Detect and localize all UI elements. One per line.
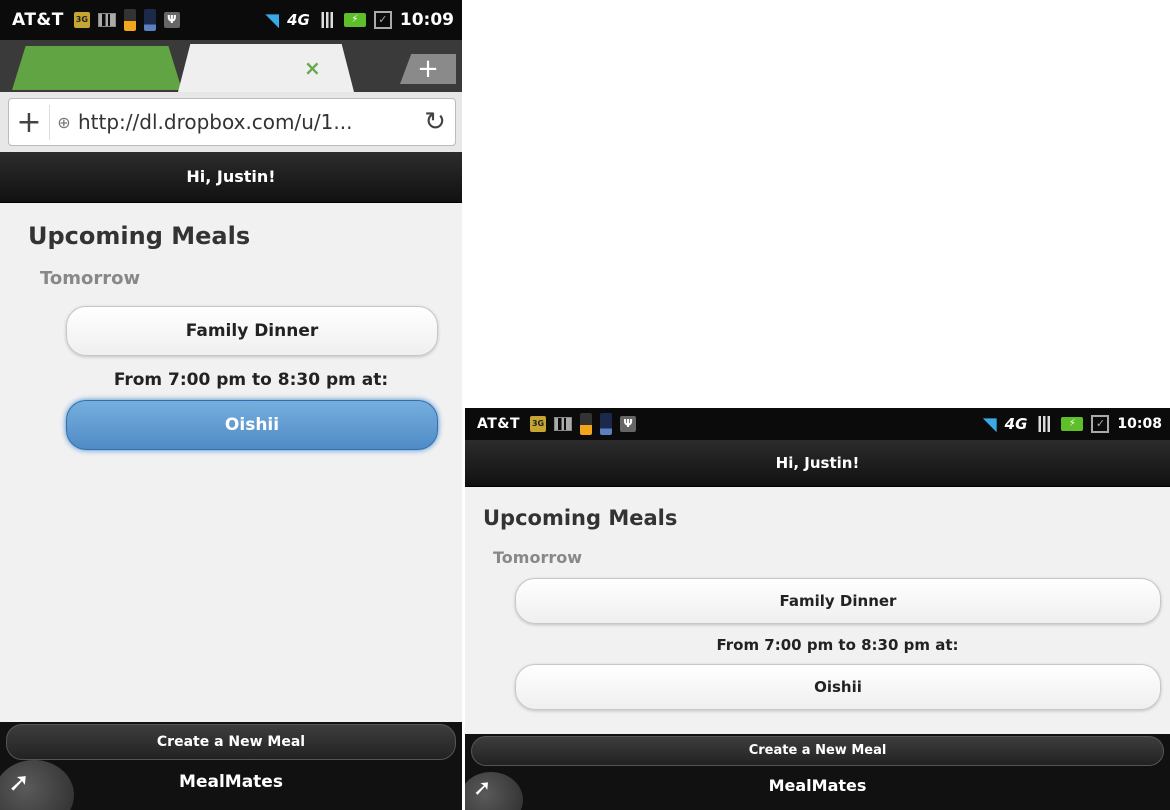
- wifi-icon: ◥: [982, 413, 997, 435]
- browser-tab-inactive[interactable]: [12, 46, 182, 90]
- page-header: Hi, Justin!: [0, 152, 462, 203]
- battery-charging-icon: ⚡: [1061, 417, 1084, 431]
- footer-bar: Create a New Meal MealMates ➚: [465, 734, 1170, 810]
- day-heading: Tomorrow: [40, 268, 141, 289]
- checkbox-notification-icon: ✓: [373, 11, 392, 29]
- signal-icon: [1035, 416, 1054, 432]
- signal-icon: [317, 12, 336, 28]
- page-title: Upcoming Meals: [483, 506, 678, 530]
- carrier-label: AT&T: [477, 416, 521, 432]
- add-bookmark-icon[interactable]: +: [9, 104, 50, 140]
- page-header: Hi, Justin!: [465, 440, 1170, 487]
- 4g-icon: 4G: [287, 11, 310, 29]
- 4g-icon: 4G: [1004, 415, 1028, 433]
- url-box[interactable]: + ⊕ http://dl.dropbox.com/u/1... ↻: [8, 98, 456, 146]
- globe-icon: ⊕: [57, 112, 71, 132]
- wifi-icon: ◥: [265, 9, 280, 31]
- clock: 10:08: [1117, 416, 1162, 432]
- place-button[interactable]: Oishii: [515, 664, 1161, 710]
- 3g-icon: 3G: [530, 416, 547, 432]
- meal-button[interactable]: Family Dinner: [66, 306, 438, 356]
- battery-widget-icon: [580, 413, 593, 435]
- browser-tab-bar: × +: [0, 40, 462, 92]
- app-name: MealMates: [768, 776, 867, 795]
- place-button[interactable]: Oishii: [66, 400, 438, 450]
- meal-time-text: From 7:00 pm to 8:30 pm at:: [113, 370, 389, 390]
- battery-widget-icon: [123, 9, 136, 31]
- meal-button[interactable]: Family Dinner: [515, 578, 1161, 624]
- status-bar: AT&T 3G Ψ ◥ 4G ⚡ ✓ 10:08: [465, 408, 1170, 440]
- checkbox-notification-icon: ✓: [1091, 415, 1110, 433]
- new-tab-button[interactable]: +: [400, 54, 456, 84]
- page-title: Upcoming Meals: [28, 222, 251, 250]
- carrier-label: AT&T: [12, 10, 64, 30]
- data-activity-icon: [97, 13, 116, 27]
- footer-bar: Create a New Meal MealMates ➚: [0, 722, 462, 810]
- reload-icon[interactable]: ↻: [415, 107, 455, 137]
- 3g-icon: 3G: [73, 12, 90, 28]
- phone-screen-browser: AT&T 3G Ψ ◥ 4G ⚡ ✓ 10:09 × + + ⊕ http://…: [0, 0, 462, 810]
- meal-time-text: From 7:00 pm to 8:30 pm at:: [716, 636, 959, 654]
- phone-screen-app: AT&T 3G Ψ ◥ 4G ⚡ ✓ 10:08 Hi, Justin! Upc…: [465, 408, 1170, 810]
- clock: 10:09: [399, 10, 454, 30]
- url-input[interactable]: http://dl.dropbox.com/u/1...: [78, 110, 415, 134]
- battery-charging-icon: ⚡: [343, 13, 366, 27]
- usb-icon: Ψ: [620, 416, 637, 432]
- storage-widget-icon: [600, 413, 613, 435]
- storage-widget-icon: [143, 9, 156, 31]
- create-meal-button[interactable]: Create a New Meal: [6, 724, 456, 760]
- browser-tab-active[interactable]: [178, 44, 354, 92]
- day-heading: Tomorrow: [493, 548, 582, 567]
- usb-icon: Ψ: [163, 12, 180, 28]
- data-activity-icon: [554, 417, 573, 431]
- url-bar: + ⊕ http://dl.dropbox.com/u/1... ↻: [0, 92, 462, 152]
- create-meal-button[interactable]: Create a New Meal: [471, 736, 1164, 766]
- back-arrow-icon[interactable]: ➚: [0, 760, 74, 810]
- status-bar: AT&T 3G Ψ ◥ 4G ⚡ ✓ 10:09: [0, 0, 462, 40]
- close-tab-icon[interactable]: ×: [304, 56, 321, 80]
